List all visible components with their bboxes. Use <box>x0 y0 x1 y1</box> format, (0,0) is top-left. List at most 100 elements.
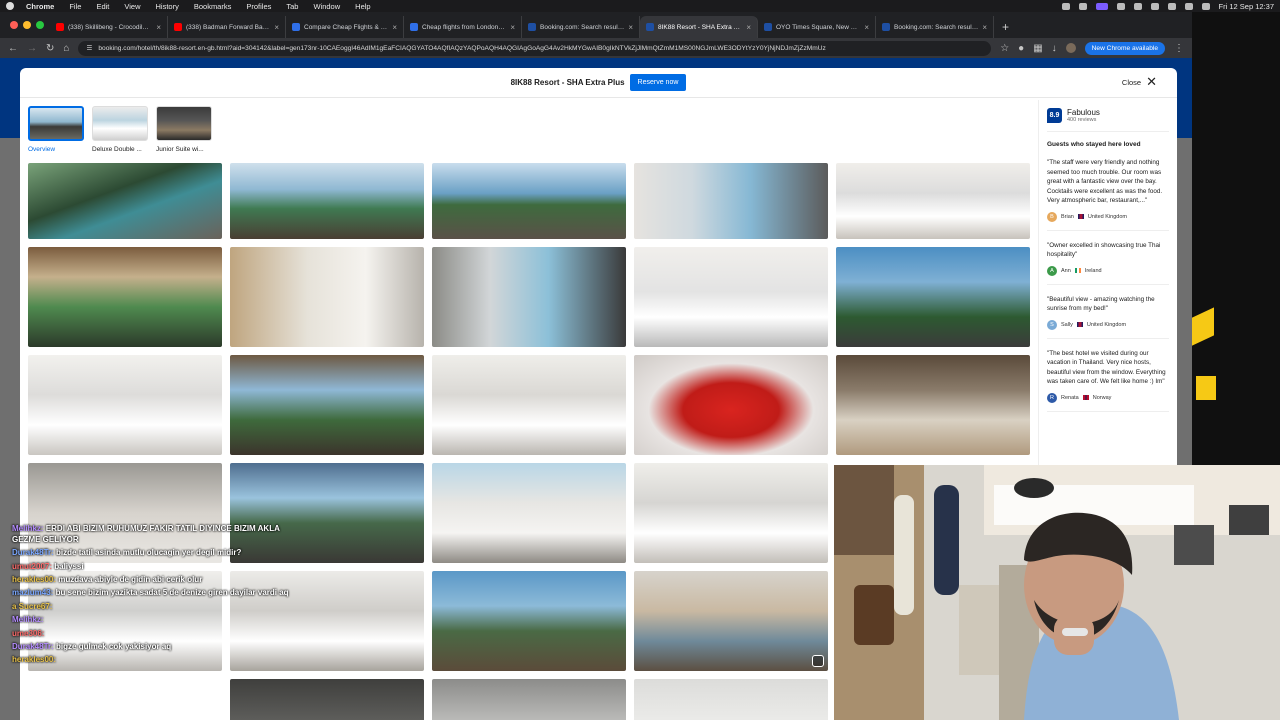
extension-icon[interactable]: ● <box>1018 43 1024 54</box>
chat-username[interactable]: mazlum43: <box>12 588 53 597</box>
status-icon[interactable] <box>1133 2 1142 10</box>
gallery-photo[interactable] <box>230 355 424 455</box>
thumb-junior-suite[interactable]: Junior Suite wi... <box>156 106 212 153</box>
chat-username[interactable]: Melihkz: <box>12 615 44 624</box>
gallery-photo[interactable] <box>432 463 626 563</box>
thumbnail-label[interactable]: Junior Suite wi... <box>156 146 212 153</box>
browser-tab[interactable]: Compare Cheap Flights & Bo... × <box>286 16 404 38</box>
search-icon[interactable] <box>1184 2 1193 10</box>
tab-close-icon[interactable]: × <box>746 23 751 32</box>
tab-title[interactable]: 8IK88 Resort - SHA Extra Pl... <box>658 24 742 31</box>
bookmark-star-icon[interactable]: ☆ <box>1000 43 1009 54</box>
menu-help[interactable]: Help <box>355 2 370 11</box>
gallery-photo[interactable] <box>634 163 828 239</box>
tab-title[interactable]: Cheap flights from London to... <box>422 24 506 31</box>
chat-username[interactable]: Durak48Tr: <box>12 642 54 651</box>
gallery-photo[interactable] <box>432 571 626 671</box>
gallery-photo[interactable] <box>28 247 222 347</box>
gallery-photo[interactable] <box>432 163 626 239</box>
back-icon[interactable]: ← <box>8 43 18 54</box>
clock[interactable]: Fri 12 Sep 12:37 <box>1219 2 1274 11</box>
tab-title[interactable]: Compare Cheap Flights & Bo... <box>304 24 388 31</box>
chat-username[interactable]: Melihkz: <box>12 524 44 533</box>
tab-title[interactable]: (338) Skillibeng - Crocodile T... <box>68 24 152 31</box>
menu-edit[interactable]: Edit <box>96 2 109 11</box>
thumbnail-label[interactable]: Overview <box>28 146 84 153</box>
gallery-photo[interactable] <box>230 163 424 239</box>
gallery-photo[interactable] <box>634 463 828 563</box>
thumbnail-image[interactable] <box>28 106 84 141</box>
review-count[interactable]: 400 reviews <box>1067 117 1100 123</box>
screen-record-icon[interactable] <box>1095 2 1108 10</box>
menu-bookmarks[interactable]: Bookmarks <box>194 2 232 11</box>
chat-username[interactable]: herakles00: <box>12 655 56 664</box>
site-info-icon[interactable]: ☰ <box>86 44 92 52</box>
forward-icon[interactable]: → <box>27 43 37 54</box>
tab-title[interactable]: Booking.com: Search results... <box>540 24 624 31</box>
chat-username[interactable]: umut2007: <box>12 562 52 571</box>
status-icon[interactable] <box>1078 2 1087 10</box>
tab-close-icon[interactable]: × <box>156 23 161 32</box>
tab-close-icon[interactable]: × <box>982 23 987 32</box>
browser-tab[interactable]: (338) Badman Forward Badm... × <box>168 16 286 38</box>
apple-icon[interactable] <box>6 2 14 10</box>
expand-photo-icon[interactable] <box>812 655 824 667</box>
reserve-now-button[interactable]: Reserve now <box>629 74 687 91</box>
gallery-photo[interactable] <box>634 679 828 720</box>
thumbnail-label[interactable]: Deluxe Double ... <box>92 146 148 153</box>
tab-close-icon[interactable]: × <box>274 23 279 32</box>
url-text[interactable]: booking.com/hotel/th/8ik88-resort.en-gb.… <box>98 45 825 52</box>
menu-view[interactable]: View <box>124 2 140 11</box>
menu-profiles[interactable]: Profiles <box>246 2 271 11</box>
browser-tab[interactable]: Booking.com: Search results... × <box>876 16 994 38</box>
minimize-window-button[interactable] <box>23 21 31 29</box>
gallery-photo[interactable] <box>634 247 828 347</box>
close-window-button[interactable] <box>10 21 18 29</box>
extensions-puzzle-icon[interactable]: ▦ <box>1033 43 1042 54</box>
control-center-icon[interactable] <box>1201 2 1210 10</box>
menu-file[interactable]: File <box>69 2 81 11</box>
tab-title[interactable]: Booking.com: Search results... <box>894 24 978 31</box>
thumbnail-image[interactable] <box>92 106 148 141</box>
reload-icon[interactable]: ↻ <box>46 43 54 54</box>
chat-username[interactable]: Durak48Tr: <box>12 548 54 557</box>
zoom-window-button[interactable] <box>36 21 44 29</box>
new-chrome-available-button[interactable]: New Chrome available <box>1084 41 1165 55</box>
browser-tab[interactable]: Cheap flights from London to... × <box>404 16 522 38</box>
gallery-photo[interactable] <box>432 679 626 720</box>
gallery-photo[interactable] <box>634 571 828 671</box>
gallery-photo[interactable] <box>634 355 828 455</box>
thumbnail-image[interactable] <box>156 106 212 141</box>
tab-title[interactable]: (338) Badman Forward Badm... <box>186 24 270 31</box>
browser-tab[interactable]: OYO Times Square, New York... × <box>758 16 876 38</box>
tab-close-icon[interactable]: × <box>628 23 633 32</box>
gallery-photo[interactable] <box>230 247 424 347</box>
menu-window[interactable]: Window <box>313 2 340 11</box>
tab-title[interactable]: OYO Times Square, New York... <box>776 24 860 31</box>
gallery-photo[interactable] <box>836 355 1030 455</box>
tab-close-icon[interactable]: × <box>864 23 869 32</box>
menu-history[interactable]: History <box>156 2 179 11</box>
gallery-photo[interactable] <box>28 355 222 455</box>
gallery-photo[interactable] <box>28 163 222 239</box>
status-icon[interactable] <box>1116 2 1125 10</box>
tab-close-icon[interactable]: × <box>392 23 397 32</box>
thumb-deluxe-double[interactable]: Deluxe Double ... <box>92 106 148 153</box>
kebab-menu-icon[interactable]: ⋮ <box>1174 43 1184 54</box>
chat-username[interactable]: a Sucre67: <box>12 602 52 611</box>
gallery-photo[interactable] <box>432 247 626 347</box>
wifi-icon[interactable] <box>1150 2 1159 10</box>
downloads-icon[interactable]: ↓ <box>1052 43 1057 54</box>
menu-tab[interactable]: Tab <box>286 2 298 11</box>
chat-username[interactable]: herakles00: <box>12 575 56 584</box>
profile-avatar[interactable] <box>1065 43 1076 53</box>
browser-tab[interactable]: (338) Skillibeng - Crocodile T... × <box>50 16 168 38</box>
gallery-photo[interactable] <box>432 355 626 455</box>
address-bar[interactable]: ☰ booking.com/hotel/th/8ik88-resort.en-g… <box>78 40 992 56</box>
close-icon[interactable]: ✕ <box>1146 75 1157 88</box>
menu-app-name[interactable]: Chrome <box>26 2 54 11</box>
thumb-overview[interactable]: Overview <box>28 106 84 153</box>
gallery-photo[interactable] <box>836 163 1030 239</box>
tab-close-icon[interactable]: × <box>510 23 515 32</box>
browser-tab[interactable]: 8IK88 Resort - SHA Extra Pl... × <box>640 16 758 38</box>
